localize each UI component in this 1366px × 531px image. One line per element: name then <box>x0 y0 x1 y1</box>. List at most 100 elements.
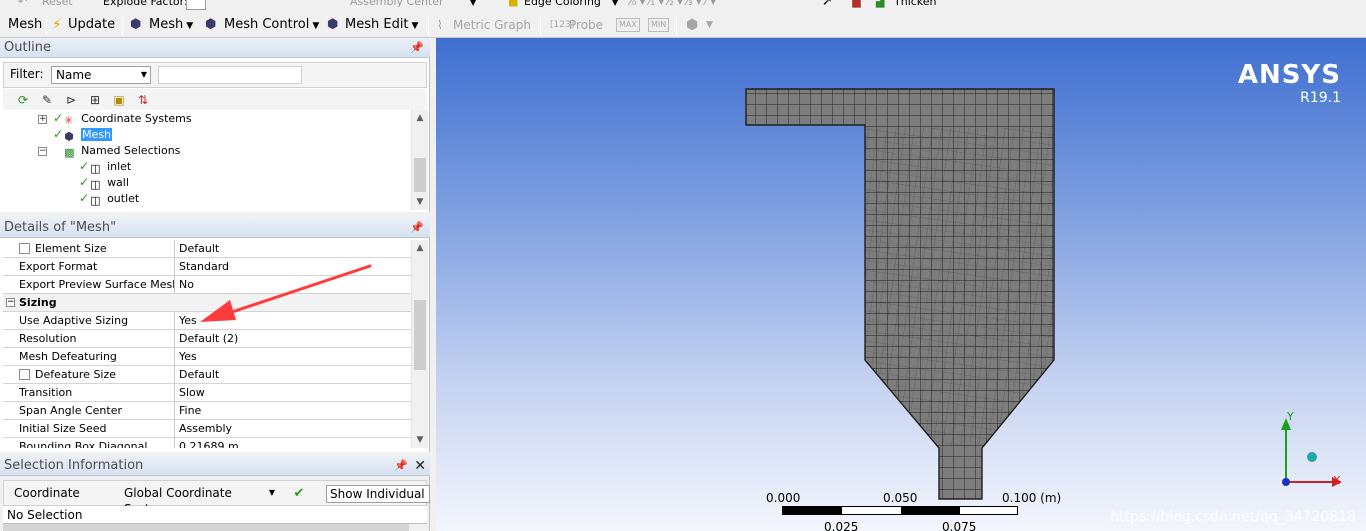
details-panel: Details of "Mesh" 📌 Element Size Default… <box>0 218 430 452</box>
collapse-icon[interactable]: − <box>38 147 47 156</box>
bar-icon[interactable]: ▐▌ <box>848 0 865 8</box>
chevron-down-icon[interactable]: ▼ <box>470 0 476 7</box>
row-value[interactable]: Default <box>179 240 219 257</box>
explode-factor-slider[interactable] <box>186 0 206 10</box>
filter-select[interactable]: Name ▼ <box>51 66 151 84</box>
probe-button[interactable]: Probe <box>569 15 603 35</box>
assembly-center-select[interactable]: Assembly Center <box>350 0 444 8</box>
mesh-tab-button[interactable]: Mesh <box>8 15 42 35</box>
scroll-down-icon[interactable]: ▼ <box>412 194 428 210</box>
outline-toolbar: ⟳ ✎ ⊳ ⊞ ▣ ⇅ <box>3 89 427 111</box>
row-key: Defeature Size <box>35 368 117 381</box>
reset-button[interactable]: Reset <box>42 0 73 8</box>
mesh-edit-button[interactable]: Mesh Edit ▼ <box>345 15 418 35</box>
axes-icon: ✳ <box>64 114 74 127</box>
details-row-defeature-size[interactable]: Defeature Size Default <box>3 366 411 384</box>
checkbox[interactable] <box>19 369 30 380</box>
edit-icon[interactable]: ✎ <box>39 92 55 108</box>
mesh-edit-label: Mesh Edit <box>345 17 409 32</box>
mesh-menu-button[interactable]: Mesh ▼ <box>149 15 193 35</box>
details-row-span-angle[interactable]: Span Angle Center Fine <box>3 402 411 420</box>
edge-display-icon[interactable]: ⁄₀ ▾ ⁄₁ ▾ ⁄₂ ▾ ⁄₃ ▾ ⁄ ▾ <box>630 0 716 8</box>
face-icon: ◫ <box>90 162 101 175</box>
mesh-edit-icon: ⬢ <box>327 17 339 32</box>
details-row-initial-size-seed[interactable]: Initial Size Seed Assembly <box>3 420 411 438</box>
row-key: Element Size <box>35 242 107 255</box>
row-value[interactable]: Default <box>179 366 219 383</box>
row-key: Mesh Defeaturing <box>19 348 175 365</box>
mesh-control-button[interactable]: Mesh Control ▼ <box>224 15 319 35</box>
row-key: Resolution <box>19 330 175 347</box>
scroll-up-icon[interactable]: ▲ <box>412 110 428 126</box>
checkbox[interactable] <box>19 243 30 254</box>
row-value[interactable]: Fine <box>179 402 201 419</box>
close-icon[interactable]: ✕ <box>414 456 426 476</box>
expand-all-icon[interactable]: ⊞ <box>87 92 103 108</box>
hexagon-icon[interactable]: ⬢ <box>686 15 698 35</box>
scroll-thumb[interactable] <box>414 300 426 370</box>
graphics-viewport[interactable]: ANSYS R19.1 0.000 0.050 0.100 (m) 0.025 … <box>436 38 1366 531</box>
thicken-button[interactable]: Thicken <box>894 0 937 8</box>
pin-icon[interactable]: 📌 <box>410 218 424 238</box>
tree-item-mesh[interactable]: ✓⬢ Mesh <box>53 126 113 143</box>
metric-graph-button[interactable]: Metric Graph <box>453 15 531 35</box>
scale-label: 0.025 <box>824 520 859 531</box>
tree-item-wall[interactable]: ✓◫ wall <box>79 174 129 191</box>
mesh-toolbar: Mesh ⚡ Update ⬢ Mesh ▼ ⬢ Mesh Control ▼ ⬢ … <box>0 11 1366 38</box>
filter-row: Filter: Name ▼ <box>3 62 427 88</box>
update-button[interactable]: Update <box>68 15 115 35</box>
scale-label: 0.075 <box>942 520 977 531</box>
named-selection-icon: ▩ <box>64 146 75 159</box>
details-row-element-size[interactable]: Element Size Default <box>3 240 411 258</box>
coordinate-system-select[interactable]: Global Coordinate System▼ <box>122 485 278 516</box>
details-row-bounding-box[interactable]: Bounding Box Diagonal 0.21689 m <box>3 438 411 448</box>
pin-icon[interactable]: 📌 <box>410 38 424 58</box>
edge-coloring-button[interactable]: Edge Coloring <box>524 0 601 8</box>
selection-header: Selection Information 📌 ✕ <box>0 456 430 476</box>
chevron-down-icon: ▼ <box>186 21 194 31</box>
scroll-down-icon[interactable]: ▼ <box>412 432 428 448</box>
explode-factor-label: Explode Factor: <box>103 0 188 8</box>
scroll-thumb[interactable] <box>414 158 426 192</box>
details-row-transition[interactable]: Transition Slow <box>3 384 411 402</box>
chevron-down-icon[interactable]: ▼ <box>612 0 618 7</box>
filter-input[interactable] <box>158 66 302 84</box>
min-button[interactable]: MIN <box>648 18 670 32</box>
expand-icon[interactable]: + <box>38 115 47 124</box>
row-value[interactable]: Default (2) <box>179 330 238 347</box>
pin-icon[interactable]: 📌 <box>394 456 408 476</box>
folder-icon[interactable]: ▣ <box>111 92 127 108</box>
row-key: Bounding Box Diagonal <box>19 438 175 448</box>
details-row-mesh-defeaturing[interactable]: Mesh Defeaturing Yes <box>3 348 411 366</box>
tree-item-named-selections[interactable]: ✓▩Named Selections <box>53 142 180 159</box>
outline-scrollbar[interactable]: ▲ ▼ <box>411 110 428 210</box>
refresh-icon[interactable]: ⟳ <box>15 92 31 108</box>
scroll-up-icon[interactable]: ▲ <box>412 240 428 256</box>
row-value[interactable]: Yes <box>179 348 197 365</box>
details-scrollbar[interactable]: ▲ ▼ <box>411 240 428 448</box>
axis-x-label: X <box>1333 474 1341 487</box>
outline-header: Outline 📌 <box>0 38 430 58</box>
row-value[interactable]: Assembly <box>179 420 232 437</box>
tree-item-outlet[interactable]: ✓◫ outlet <box>79 190 139 207</box>
chevron-down-icon[interactable]: ▼ <box>706 15 713 35</box>
row-key: Export Format <box>19 258 175 275</box>
details-row-resolution[interactable]: Resolution Default (2) <box>3 330 411 348</box>
show-individual-select[interactable]: Show Individual an <box>326 485 430 503</box>
sort-icon[interactable]: ⇅ <box>135 92 151 108</box>
tree-item-inlet[interactable]: ✓◫ inlet <box>79 158 131 175</box>
apply-check-icon[interactable]: ✔ <box>290 485 308 503</box>
max-button[interactable]: MAX <box>616 18 640 32</box>
row-value[interactable]: Slow <box>179 384 205 401</box>
collapse-icon[interactable]: − <box>6 298 15 307</box>
group-label: Sizing <box>19 296 57 309</box>
metric-graph-icon: ⌇ <box>437 18 443 32</box>
filter-label: Filter: <box>10 67 44 81</box>
tree-item-coordinate-systems[interactable]: ✓✳ Coordinate Systems <box>53 110 192 127</box>
chevron-down-icon: ▼ <box>268 488 275 497</box>
tree-branch-icon[interactable]: ⊳ <box>63 92 79 108</box>
lightning-icon: ⚡ <box>52 17 62 33</box>
cursor-arrow-icon[interactable]: ➚ <box>822 0 833 9</box>
outline-tree: + ✓✳Coordinate Systems ✓⬢Mesh − ✓▩Named … <box>3 110 411 210</box>
mesh-model[interactable] <box>436 38 1366 531</box>
